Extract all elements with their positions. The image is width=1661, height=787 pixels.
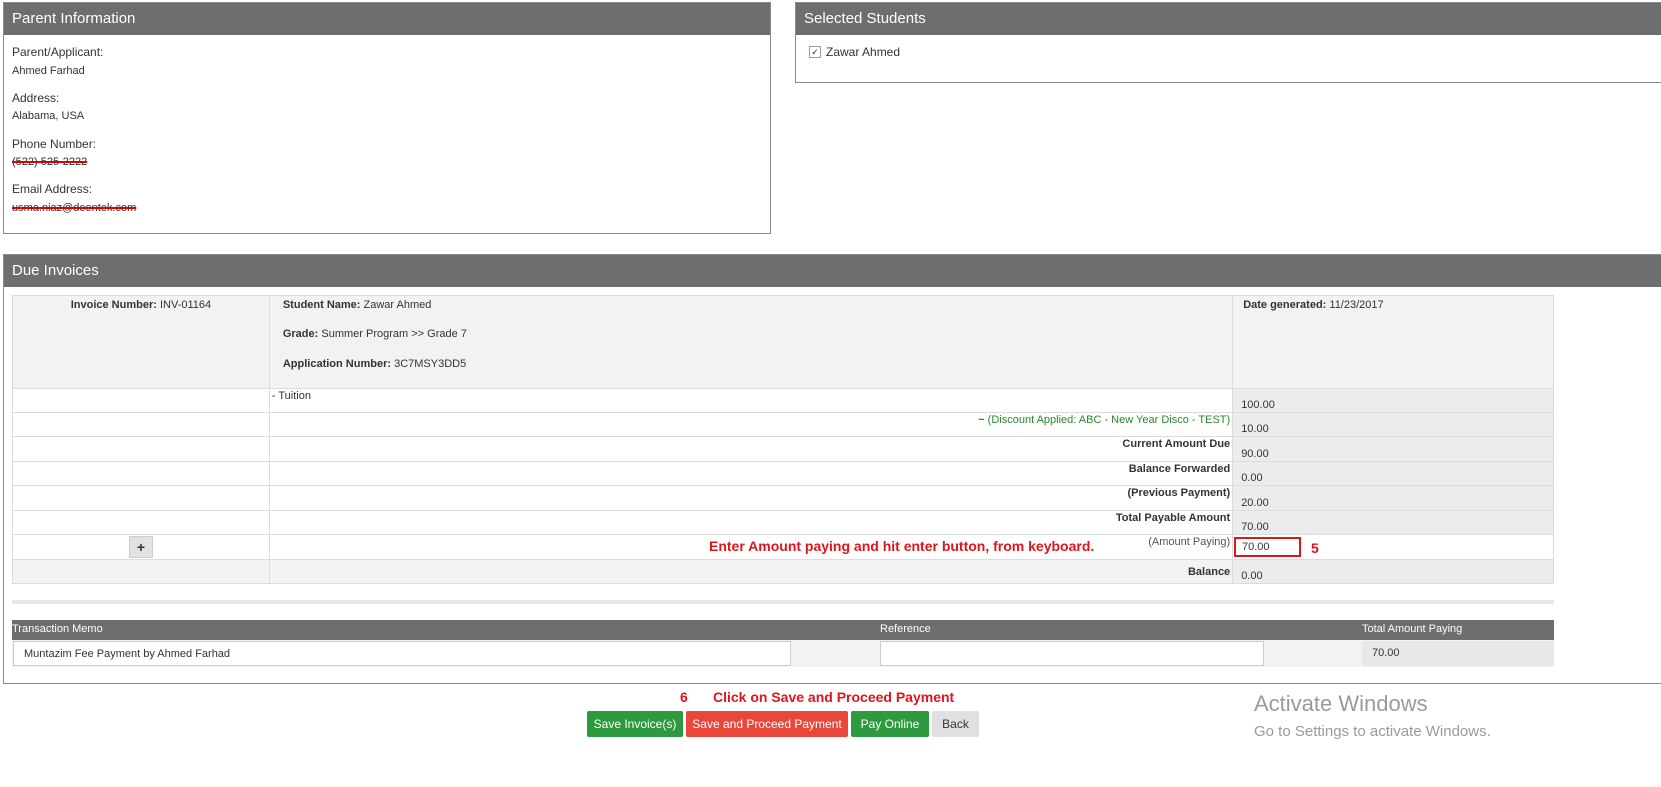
grade-label: Grade: — [282, 328, 319, 340]
divider — [12, 600, 1554, 604]
annotation-step5-text: Enter Amount paying and hit enter button… — [709, 538, 1095, 554]
minus-icon: − — [978, 414, 985, 426]
pay-online-button[interactable]: Pay Online — [851, 711, 929, 737]
invoice-number-label: Invoice Number: — [70, 299, 157, 311]
parent-information-title: Parent Information — [4, 3, 770, 35]
grade-value: Summer Program >> Grade 7 — [321, 328, 467, 340]
balance-amount: 0.00 — [1232, 559, 1554, 584]
balance-label: Balance — [268, 559, 1234, 584]
annotation-step6-number: 6 — [680, 689, 688, 705]
amount-paying-input[interactable] — [1234, 537, 1301, 557]
student-checkbox[interactable]: ✓ — [809, 46, 821, 58]
table-row: Balance 0.00 — [12, 559, 1554, 584]
parent-applicant-value: Ahmed Farhad — [12, 65, 85, 77]
transaction-header-bar — [12, 620, 1554, 640]
activate-windows-title: Activate Windows — [1254, 691, 1428, 716]
balance-forwarded-amount: 0.00 — [1232, 461, 1554, 486]
discount-label: (Discount Applied: ABC - New Year Disco … — [987, 414, 1231, 426]
total-payable-amount: 70.00 — [1232, 510, 1554, 535]
save-invoices-button[interactable]: Save Invoice(s) — [587, 711, 683, 737]
table-row: Balance Forwarded 0.00 — [12, 461, 1554, 486]
back-button[interactable]: Back — [932, 711, 979, 737]
application-number-value: 3C7MSY3DD5 — [394, 358, 467, 370]
due-invoices-title: Due Invoices — [4, 255, 1661, 287]
previous-payment-amount: 20.00 — [1232, 485, 1554, 511]
parent-applicant-label: Parent/Applicant: — [12, 45, 104, 59]
tuition-amount: 100.00 — [1232, 388, 1554, 413]
tuition-label: - Tuition — [268, 388, 1234, 413]
table-row: Total Payable Amount 70.00 — [12, 510, 1554, 535]
current-due-amount: 90.00 — [1232, 436, 1554, 462]
add-button[interactable]: + — [128, 536, 153, 558]
table-row: − (Discount Applied: ABC - New Year Disc… — [12, 412, 1554, 437]
total-amount-paying-value: 70.00 — [1362, 641, 1554, 666]
email-value: usma.niaz@deentek.com — [12, 202, 137, 214]
date-generated-cell: Date generated: 11/23/2017 — [1232, 295, 1554, 389]
transaction-memo-input[interactable] — [13, 641, 791, 666]
save-and-proceed-payment-button[interactable]: Save and Proceed Payment — [686, 711, 848, 737]
date-generated-label: Date generated: — [1243, 299, 1327, 311]
activate-windows-subtitle: Go to Settings to activate Windows. — [1254, 723, 1491, 740]
table-row: - Tuition 100.00 — [12, 388, 1554, 413]
student-name-value: Zawar Ahmed — [363, 299, 432, 311]
student-name: Zawar Ahmed — [826, 45, 901, 59]
transaction-memo-header: Transaction Memo — [12, 623, 103, 635]
invoice-number-cell: Invoice Number: INV-01164 — [12, 295, 270, 389]
application-number-label: Application Number: — [282, 358, 392, 370]
phone-label: Phone Number: — [12, 137, 97, 151]
student-name-label: Student Name: — [282, 299, 361, 311]
total-amount-paying-header: Total Amount Paying — [1362, 623, 1463, 635]
selected-students-title: Selected Students — [796, 3, 1661, 35]
discount-amount: 10.00 — [1232, 412, 1554, 437]
table-row: (Previous Payment) 20.00 — [12, 485, 1554, 511]
phone-value: (522) 525-2222 — [12, 156, 88, 168]
balance-forwarded-label: Balance Forwarded — [268, 461, 1234, 486]
address-label: Address: — [12, 91, 60, 105]
add-cell: + — [12, 534, 270, 560]
email-label: Email Address: — [12, 182, 93, 196]
previous-payment-label: (Previous Payment) — [268, 485, 1234, 511]
selected-students-panel: Selected Students ✓ Zawar Ahmed — [795, 2, 1661, 83]
date-generated-value: 11/23/2017 — [1329, 299, 1384, 311]
discount-cell: − (Discount Applied: ABC - New Year Disc… — [268, 412, 1234, 437]
address-value: Alabama, USA — [12, 110, 85, 122]
total-payable-label: Total Payable Amount — [268, 510, 1234, 535]
invoice-number-value: INV-01164 — [159, 299, 212, 311]
current-due-label: Current Amount Due — [268, 436, 1234, 462]
reference-input[interactable] — [880, 641, 1264, 666]
annotation-step5-number: 5 — [1311, 540, 1319, 556]
reference-header: Reference — [880, 623, 931, 635]
invoice-details-cell: Student Name: Zawar Ahmed Grade: Summer … — [268, 295, 1234, 389]
table-row: Current Amount Due 90.00 — [12, 436, 1554, 462]
annotation-step6-text: Click on Save and Proceed Payment — [713, 689, 955, 705]
parent-information-panel: Parent Information Parent/Applicant: Ahm… — [3, 2, 771, 234]
